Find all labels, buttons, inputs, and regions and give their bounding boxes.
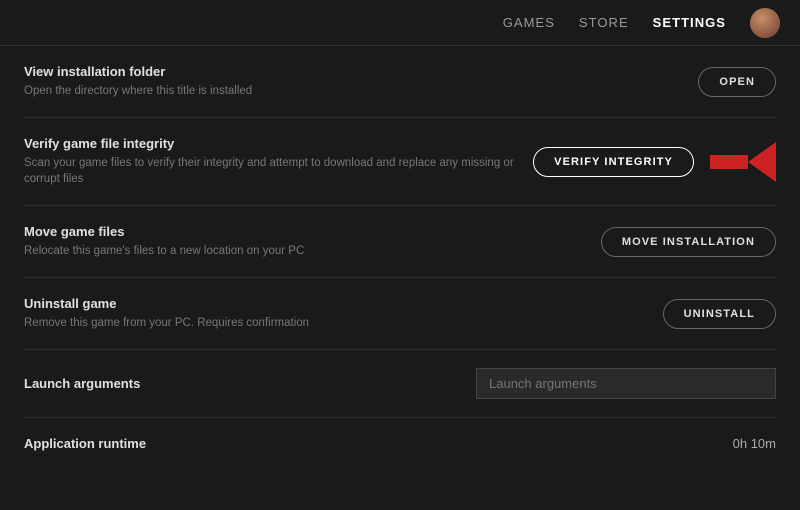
launch-arguments-input[interactable] (476, 368, 776, 399)
verify-integrity-button[interactable]: VERIFY INTEGRITY (533, 147, 694, 177)
row-uninstall-game: Uninstall game Remove this game from you… (24, 278, 776, 350)
row-right-uninstall: UNINSTALL (663, 299, 776, 329)
nav-store[interactable]: STORE (579, 15, 629, 30)
row-title-verify: Verify game file integrity (24, 136, 533, 151)
row-desc-view-installation: Open the directory where this title is i… (24, 83, 574, 99)
row-launch-arguments: Launch arguments (24, 350, 776, 418)
row-desc-uninstall: Remove this game from your PC. Requires … (24, 315, 574, 331)
row-title-view-installation: View installation folder (24, 64, 574, 79)
uninstall-button[interactable]: UNINSTALL (663, 299, 776, 329)
nav-settings[interactable]: SETTINGS (653, 15, 726, 30)
app-container: GAMES STORE SETTINGS View installation f… (0, 0, 800, 469)
runtime-value: 0h 10m (733, 436, 776, 451)
row-right-verify: VERIFY INTEGRITY (533, 142, 776, 182)
row-desc-move: Relocate this game's files to a new loca… (24, 243, 574, 259)
arrow-head (748, 142, 776, 182)
row-verify-integrity: Verify game file integrity Scan your gam… (24, 118, 776, 206)
red-arrow (710, 142, 776, 182)
launch-label: Launch arguments (24, 376, 140, 391)
avatar-image (750, 8, 780, 38)
avatar[interactable] (750, 8, 780, 38)
row-view-installation: View installation folder Open the direct… (24, 46, 776, 118)
row-left-view-installation: View installation folder Open the direct… (24, 64, 574, 99)
row-right-view-installation: OPEN (698, 67, 776, 97)
open-button[interactable]: OPEN (698, 67, 776, 97)
row-application-runtime: Application runtime 0h 10m (24, 418, 776, 469)
move-installation-button[interactable]: MOVE INSTALLATION (601, 227, 776, 257)
nav-games[interactable]: GAMES (503, 15, 555, 30)
row-left-uninstall: Uninstall game Remove this game from you… (24, 296, 574, 331)
row-left-verify: Verify game file integrity Scan your gam… (24, 136, 533, 187)
row-right-move: MOVE INSTALLATION (601, 227, 776, 257)
top-nav: GAMES STORE SETTINGS (0, 0, 800, 46)
runtime-label: Application runtime (24, 436, 146, 451)
row-title-uninstall: Uninstall game (24, 296, 574, 311)
settings-content: View installation folder Open the direct… (0, 46, 800, 469)
row-title-move: Move game files (24, 224, 574, 239)
row-left-move: Move game files Relocate this game's fil… (24, 224, 574, 259)
row-move-game-files: Move game files Relocate this game's fil… (24, 206, 776, 278)
row-desc-verify: Scan your game files to verify their int… (24, 155, 533, 187)
arrow-body (710, 155, 748, 169)
